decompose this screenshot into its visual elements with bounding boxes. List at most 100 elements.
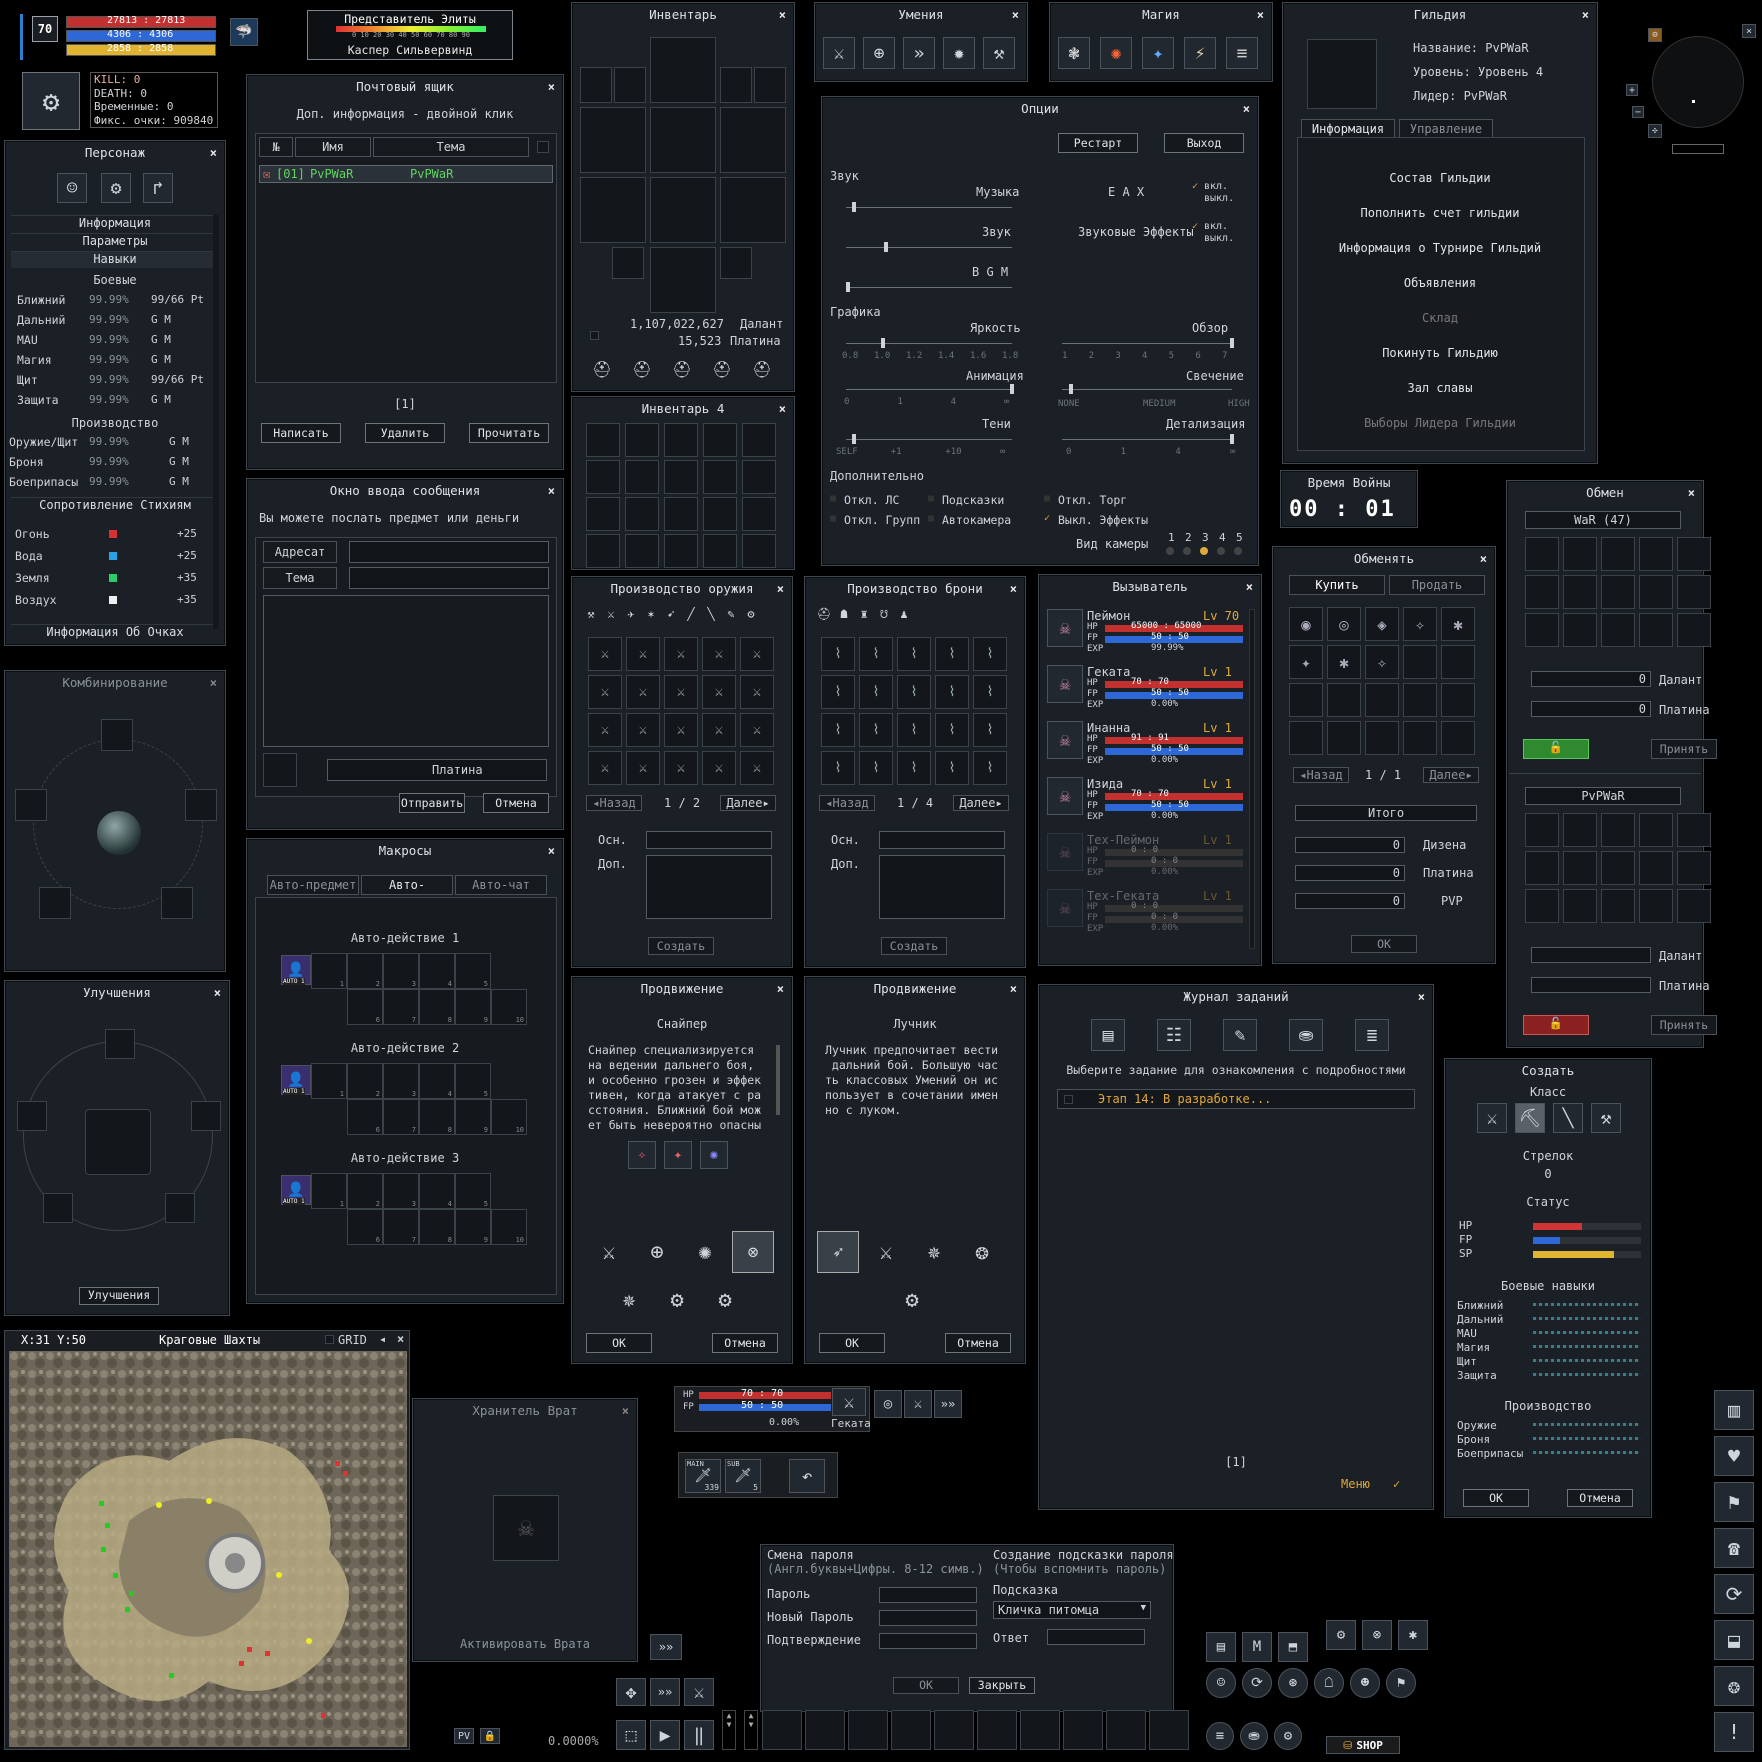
hotbar-arrows[interactable]: ▲ ▼ — [722, 1710, 736, 1750]
close-icon[interactable]: × — [1010, 977, 1017, 1001]
shark-icon[interactable]: 🦈 — [230, 18, 258, 46]
class-icon[interactable]: ⚒ — [1591, 1103, 1621, 1133]
upgrade-slot[interactable] — [165, 1193, 195, 1223]
close-icon[interactable]: × — [1257, 3, 1264, 27]
zoom-out-icon[interactable]: − — [1632, 106, 1644, 118]
trade-slot[interactable] — [1525, 889, 1559, 923]
my-dalant-field[interactable] — [1531, 947, 1651, 963]
inventory4-slot[interactable] — [703, 423, 737, 457]
lock-icon[interactable]: 🔒 — [480, 1728, 500, 1744]
close-icon[interactable]: × — [548, 479, 555, 503]
side-menu-icon[interactable]: ⚑ — [1714, 1482, 1754, 1522]
hotbar-pager[interactable]: ▲ ▼ — [744, 1710, 758, 1750]
inventory4-slot[interactable] — [664, 423, 698, 457]
close-icon[interactable]: × — [210, 671, 217, 695]
hotbar-slot[interactable] — [891, 1710, 931, 1750]
cancel-button[interactable]: Отмена — [1567, 1489, 1633, 1507]
exchange-ok-button[interactable]: OK — [1351, 935, 1417, 953]
camera-option[interactable]: 2 — [1185, 531, 1192, 544]
recipe-slot[interactable]: ⌇ — [859, 751, 893, 785]
menu-icon[interactable]: ⛂ — [1240, 1722, 1268, 1750]
close-icon[interactable]: × — [548, 75, 555, 99]
inventory4-slot[interactable] — [742, 423, 776, 457]
quest-category-icon[interactable]: ⛂ — [1289, 1019, 1323, 1051]
equip-slot[interactable] — [754, 67, 786, 103]
hotbar-slot[interactable] — [762, 1710, 802, 1750]
hotbar-slot[interactable] — [1063, 1710, 1103, 1750]
macro-slot[interactable]: 9 — [455, 1099, 491, 1135]
frame-icon[interactable]: ⬚ — [616, 1720, 646, 1750]
recipe-slot[interactable]: ⚔ — [664, 637, 698, 671]
lock-checkbox[interactable] — [590, 331, 599, 340]
glow-slider[interactable] — [1062, 384, 1232, 394]
close-icon[interactable]: × — [1418, 985, 1425, 1009]
exchange-slot[interactable] — [1403, 645, 1437, 679]
inventory4-slot[interactable] — [703, 534, 737, 568]
magic-icon[interactable]: ✦ — [1142, 37, 1174, 69]
menu-link[interactable]: Меню — [1341, 1477, 1370, 1491]
magic-icon[interactable]: ❃ — [1058, 37, 1090, 69]
equip-slot[interactable] — [650, 107, 716, 173]
extra-material-field[interactable] — [879, 855, 1005, 919]
macro-slot[interactable]: 4 — [419, 953, 455, 989]
recipe-slot[interactable]: ⚔ — [588, 637, 622, 671]
category-icon[interactable]: ⛑ — [815, 605, 833, 623]
combine-slot[interactable] — [185, 789, 217, 821]
main-material-field[interactable] — [879, 831, 1005, 849]
cancel-button[interactable]: Отмена — [712, 1333, 778, 1353]
class-option-icon[interactable]: ⊕ — [636, 1231, 678, 1273]
trade-slot[interactable] — [1639, 613, 1673, 647]
exchange-slot[interactable] — [1441, 683, 1475, 717]
collapse-icon[interactable]: ◂ — [379, 1332, 386, 1346]
menu-icon[interactable]: ☻ — [1350, 1668, 1380, 1698]
skill-icon[interactable]: ⊕ — [863, 37, 895, 69]
inventory4-slot[interactable] — [742, 497, 776, 531]
category-icon[interactable]: ✎ — [722, 605, 740, 623]
inventory4-slot[interactable] — [625, 497, 659, 531]
macro-slot[interactable]: 4 — [419, 1063, 455, 1099]
combine-slot[interactable] — [39, 887, 71, 919]
swap-icon[interactable]: ✥ — [616, 1678, 646, 1706]
macro-slot[interactable]: 5 — [455, 1173, 491, 1209]
tab-auto-action[interactable]: Авто-действие — [361, 875, 453, 910]
trade-slot[interactable] — [1563, 889, 1597, 923]
tab-guild-info[interactable]: Информация — [1301, 119, 1395, 139]
trade-slot[interactable] — [1639, 889, 1673, 923]
trade-slot[interactable] — [1525, 813, 1559, 847]
read-button[interactable]: Прочитать — [469, 423, 549, 443]
pet-portrait[interactable]: ☠ — [1047, 665, 1083, 703]
camera-dot[interactable] — [1200, 547, 1208, 555]
guild-menu-item[interactable]: Объявления — [1283, 276, 1597, 290]
slider-knob[interactable] — [852, 434, 857, 444]
upgrade-slot[interactable] — [43, 1193, 73, 1223]
ok-button[interactable]: OK — [819, 1333, 885, 1353]
option-checkbox[interactable]: ✓ — [1044, 513, 1050, 524]
recipe-slot[interactable]: ⌇ — [973, 637, 1007, 671]
upgrade-button[interactable]: Улучшения — [79, 1287, 159, 1305]
trade-slot[interactable] — [1601, 813, 1635, 847]
pet-portrait[interactable]: ☠ — [1047, 609, 1083, 647]
radar[interactable] — [1652, 36, 1744, 128]
hotbar-slot[interactable] — [1106, 1710, 1146, 1750]
menu-icon[interactable]: ⊛ — [1278, 1668, 1308, 1698]
prev-page-button[interactable]: ◂Назад — [586, 795, 642, 811]
shadow-slider[interactable] — [846, 434, 1012, 444]
upgrade-slot[interactable] — [105, 1029, 135, 1059]
message-body-field[interactable] — [263, 595, 549, 747]
close-icon[interactable]: × — [777, 577, 784, 601]
equip-slot[interactable] — [650, 247, 716, 313]
recipe-slot[interactable]: ⌇ — [973, 675, 1007, 709]
equip-slot[interactable] — [580, 67, 612, 103]
main-weapon-slot[interactable]: 🗡 MAIN 339 — [685, 1459, 721, 1493]
menu-icon[interactable]: ☖ — [1314, 1668, 1344, 1698]
activate-gate-button[interactable]: Активировать Врата — [413, 1637, 637, 1651]
zoom-in-icon[interactable]: + — [1626, 84, 1638, 96]
class-option-icon[interactable]: ✵ — [913, 1231, 955, 1273]
camera-option[interactable]: 4 — [1219, 531, 1226, 544]
option-checkbox[interactable]: ■ — [928, 493, 934, 504]
equip-slot[interactable] — [720, 67, 752, 103]
map-terrain[interactable] — [9, 1351, 407, 1747]
guild-menu-item[interactable]: Информация о Турнире Гильдий — [1283, 241, 1597, 255]
class-option-icon[interactable]: ⚙ — [704, 1279, 746, 1321]
trade-slot[interactable] — [1639, 537, 1673, 571]
